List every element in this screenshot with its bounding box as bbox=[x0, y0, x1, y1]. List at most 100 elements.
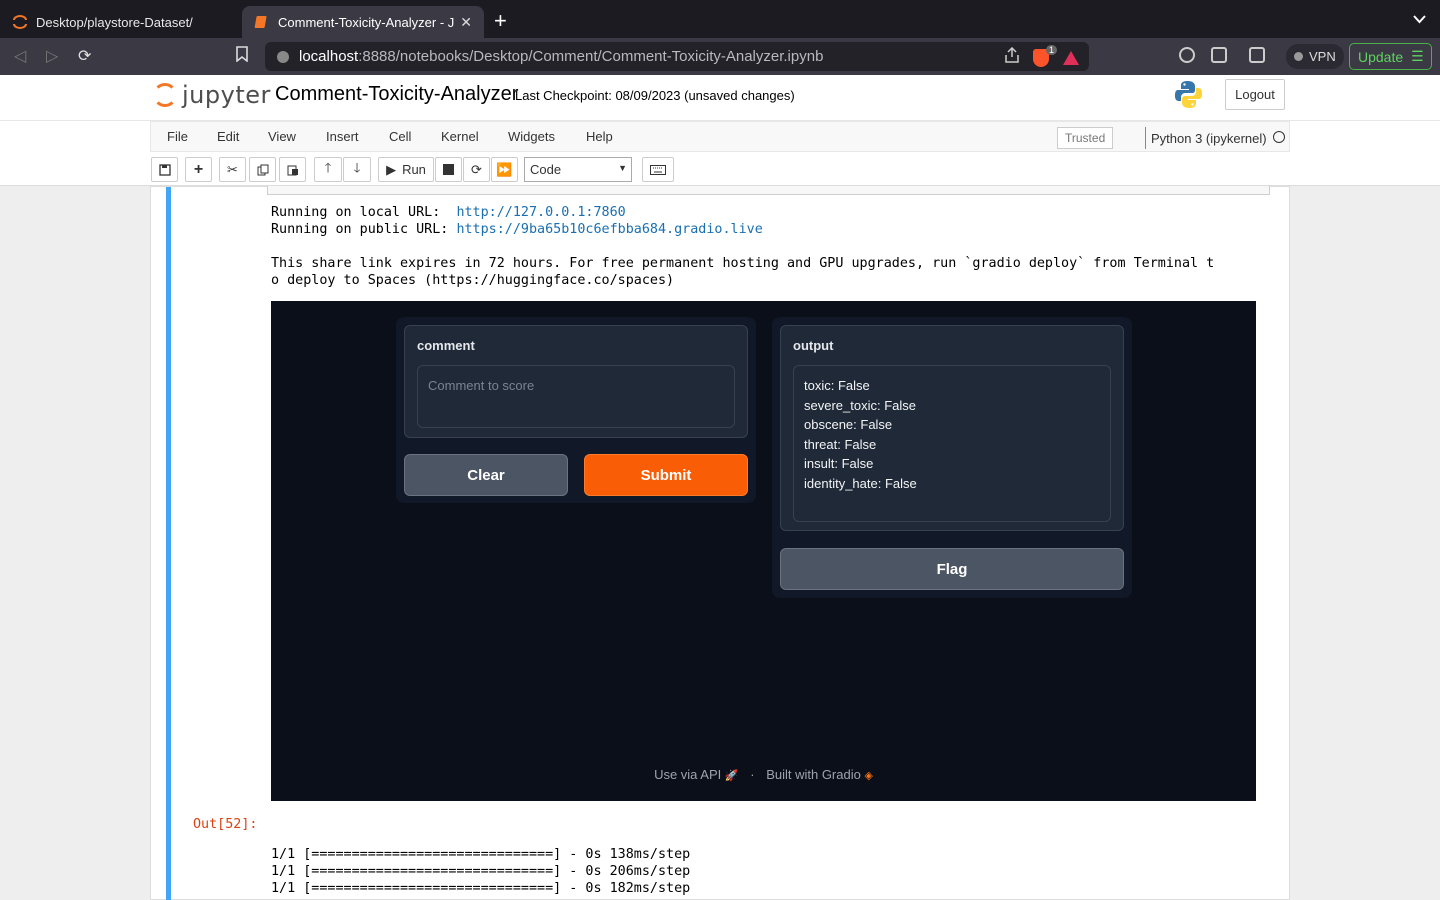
browser-tab-playstore[interactable]: Desktop/playstore-Dataset/ bbox=[0, 6, 242, 38]
progress-line: 1/1 [==============================] - 0… bbox=[271, 864, 691, 879]
stdout-share-line-2: o deploy to Spaces (https://huggingface.… bbox=[271, 273, 675, 288]
site-info-icon[interactable] bbox=[277, 50, 289, 63]
fast-forward-icon[interactable]: ⏩ bbox=[491, 157, 518, 182]
kernel-idle-icon bbox=[1273, 131, 1285, 143]
gradio-logo-icon: ◈ bbox=[864, 770, 873, 782]
output-label: output bbox=[793, 338, 834, 353]
url-host: localhost bbox=[299, 48, 359, 65]
menu-help[interactable]: Help bbox=[586, 129, 613, 144]
shield-count: 1 bbox=[1045, 44, 1057, 55]
move-up-icon[interactable]: 🡑 bbox=[314, 157, 342, 182]
move-down-icon[interactable]: 🡓 bbox=[343, 157, 371, 182]
jupyter-logo[interactable]: jupyter bbox=[153, 81, 271, 109]
bookmark-icon[interactable] bbox=[236, 46, 248, 67]
cell-type-select[interactable]: Code ▼ bbox=[524, 157, 632, 182]
code-input-area[interactable] bbox=[267, 186, 1270, 195]
menu-kernel[interactable]: Kernel bbox=[441, 129, 479, 144]
gradio-footer: Use via API 🚀 · Built with Gradio ◈ bbox=[271, 767, 1256, 782]
update-button[interactable]: Update ☰ bbox=[1349, 43, 1432, 70]
vpn-label: VPN bbox=[1309, 49, 1336, 64]
output-line-identity-hate: identity_hate: False bbox=[804, 475, 917, 491]
notebook-page: Running on local URL: http://127.0.0.1:7… bbox=[150, 186, 1290, 900]
tab-label: Desktop/playstore-Dataset/ bbox=[36, 14, 193, 30]
share-icon[interactable] bbox=[1005, 46, 1019, 68]
output-block: output toxic: False severe_toxic: False … bbox=[780, 325, 1124, 531]
comment-textarea[interactable]: Comment to score bbox=[417, 365, 735, 428]
flag-button[interactable]: Flag bbox=[780, 548, 1124, 590]
browser-toolbar: ◁ ▷ ⟳ localhost:8888/notebooks/Desktop/C… bbox=[0, 38, 1440, 75]
update-label: Update bbox=[1358, 48, 1404, 65]
wallet-icon[interactable] bbox=[1249, 47, 1265, 63]
use-via-api-link[interactable]: Use via API bbox=[654, 767, 721, 782]
copy-icon[interactable] bbox=[249, 157, 276, 182]
run-button[interactable]: ▶ Run bbox=[378, 157, 434, 182]
sidebar-icon[interactable] bbox=[1211, 47, 1227, 63]
public-url-label: Running on public URL: bbox=[271, 222, 457, 237]
stdout-local-url: Running on local URL: http://127.0.0.1:7… bbox=[271, 204, 626, 221]
notebook-container: Running on local URL: http://127.0.0.1:7… bbox=[0, 186, 1440, 900]
menu-icon: ☰ bbox=[1411, 48, 1424, 64]
reload-icon[interactable]: ⟳ bbox=[78, 46, 91, 66]
close-tab-icon[interactable]: ✕ bbox=[460, 14, 472, 31]
comment-label: comment bbox=[417, 338, 475, 353]
stop-icon[interactable] bbox=[435, 157, 462, 182]
output-line-insult: insult: False bbox=[804, 456, 874, 472]
brave-rewards-icon[interactable] bbox=[1063, 50, 1079, 65]
output-line-threat: threat: False bbox=[804, 436, 877, 452]
menu-view[interactable]: View bbox=[268, 129, 296, 144]
browser-tab-bar: Desktop/playstore-Dataset/ Comment-Toxic… bbox=[0, 0, 1440, 38]
browser-tab-notebook[interactable]: Comment-Toxicity-Analyzer - J ✕ bbox=[242, 6, 484, 38]
progress-line: 1/1 [==============================] - 0… bbox=[271, 881, 691, 896]
local-url-link[interactable]: http://127.0.0.1:7860 bbox=[456, 205, 625, 220]
built-with-gradio-link[interactable]: Built with Gradio bbox=[766, 767, 861, 782]
menu-edit[interactable]: Edit bbox=[217, 129, 239, 144]
stdout-share-line-1: This share link expires in 72 hours. For… bbox=[271, 256, 1215, 271]
checkpoint-status: Last Checkpoint: 08/09/2023 (unsaved cha… bbox=[515, 88, 795, 103]
submit-button[interactable]: Submit bbox=[584, 454, 748, 496]
output-line-obscene: obscene: False bbox=[804, 417, 893, 433]
output-textbox[interactable]: toxic: False severe_toxic: False obscene… bbox=[793, 365, 1111, 522]
jupyter-logo-text: jupyter bbox=[182, 81, 271, 109]
menu-cell[interactable]: Cell bbox=[389, 129, 411, 144]
menu-widgets[interactable]: Widgets bbox=[508, 129, 555, 144]
address-bar[interactable]: localhost:8888/notebooks/Desktop/Comment… bbox=[265, 42, 1089, 71]
gradio-app: comment Comment to score Clear Submit ou… bbox=[271, 301, 1256, 801]
save-icon[interactable] bbox=[151, 157, 178, 182]
clear-button[interactable]: Clear bbox=[404, 454, 568, 496]
notebook-favicon-icon bbox=[254, 14, 270, 30]
jupyter-favicon-icon bbox=[12, 14, 28, 30]
progress-line: 1/1 [==============================] - 0… bbox=[271, 847, 691, 862]
extensions-icon[interactable] bbox=[1179, 47, 1195, 63]
notebook-title[interactable]: Comment-Toxicity-Analyzer bbox=[275, 83, 518, 106]
jupyter-header: jupyter Comment-Toxicity-Analyzer Last C… bbox=[0, 75, 1440, 120]
public-url-link[interactable]: https://9ba65b10c6efbba684.gradio.live bbox=[456, 222, 762, 237]
vpn-button[interactable]: VPN bbox=[1286, 44, 1344, 69]
menu-insert[interactable]: Insert bbox=[326, 129, 359, 144]
rocket-icon: 🚀 bbox=[724, 770, 739, 782]
url-path: :8888/notebooks/Desktop/Comment/Comment-… bbox=[358, 48, 824, 65]
tab-list-chevron-icon[interactable] bbox=[1413, 12, 1426, 27]
new-tab-icon[interactable]: + bbox=[494, 10, 507, 32]
cut-icon[interactable]: ✂ bbox=[219, 157, 246, 182]
paste-icon[interactable] bbox=[279, 157, 306, 182]
gradio-output-column: output toxic: False severe_toxic: False … bbox=[772, 317, 1132, 598]
insert-cell-icon[interactable]: + bbox=[185, 157, 212, 182]
play-icon: ▶ bbox=[386, 161, 397, 177]
keyboard-icon[interactable] bbox=[642, 157, 674, 182]
footer-separator: · bbox=[750, 767, 755, 782]
vpn-status-dot bbox=[1294, 52, 1303, 61]
forward-icon[interactable]: ▷ bbox=[46, 46, 58, 66]
restart-icon[interactable]: ⟳ bbox=[463, 157, 490, 182]
menu-file[interactable]: File bbox=[167, 129, 188, 144]
trusted-indicator[interactable]: Trusted bbox=[1057, 127, 1114, 149]
gradio-input-column: comment Comment to score Clear Submit bbox=[396, 317, 756, 503]
output-line-toxic: toxic: False bbox=[804, 378, 870, 393]
chevron-down-icon: ▼ bbox=[618, 163, 627, 173]
run-label: Run bbox=[402, 162, 426, 177]
kernel-name[interactable]: Python 3 (ipykernel) bbox=[1145, 127, 1267, 149]
back-icon[interactable]: ◁ bbox=[14, 46, 26, 66]
logout-button[interactable]: Logout bbox=[1225, 79, 1285, 110]
python-logo-icon bbox=[1174, 80, 1203, 109]
brave-shields-icon[interactable]: 1 bbox=[1033, 44, 1057, 67]
comment-block: comment Comment to score bbox=[404, 325, 748, 438]
